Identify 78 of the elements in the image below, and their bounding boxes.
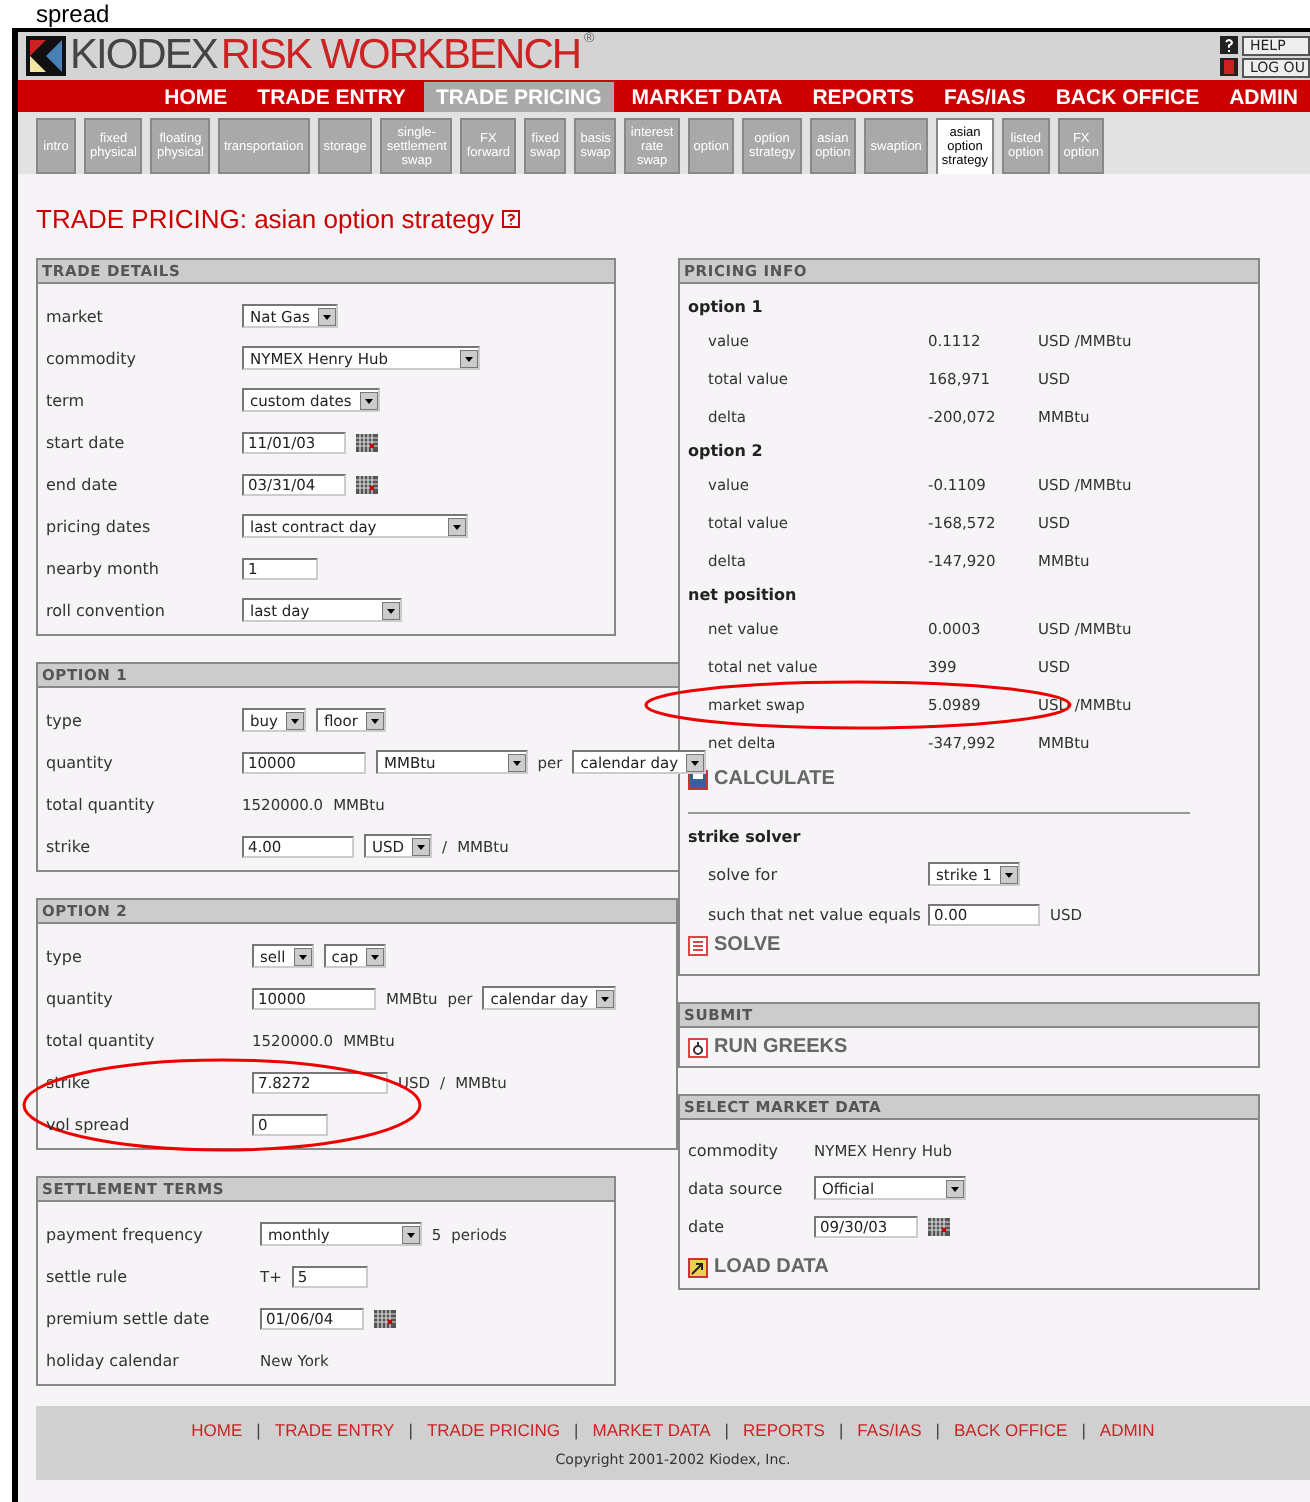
footer-link[interactable]: REPORTS: [743, 1419, 825, 1439]
caret-icon: [285, 711, 304, 729]
caret-icon: [507, 753, 526, 771]
field-label: solve for: [708, 865, 779, 883]
caret-icon: [460, 349, 478, 367]
footer-link[interactable]: HOME: [191, 1419, 243, 1439]
field-label: total quantity: [46, 1031, 157, 1049]
field-label: premium settle date: [46, 1309, 212, 1327]
caret-icon: [365, 711, 384, 729]
separator: |: [935, 1419, 941, 1439]
caret-icon: [686, 753, 705, 771]
help-icon: [1220, 36, 1238, 54]
field-label: settle rule: [46, 1267, 130, 1285]
caret-icon: [448, 517, 467, 535]
field-label: quantity: [46, 989, 115, 1007]
field-label: nearby month: [46, 559, 162, 577]
separator: |: [256, 1419, 261, 1439]
group-heading: net position: [688, 584, 799, 608]
field-label: holiday calendar: [46, 1351, 181, 1369]
separator: |: [408, 1419, 413, 1439]
field-label: term: [46, 391, 86, 409]
field-label: type: [46, 711, 84, 729]
logo-icon: [26, 36, 66, 76]
field-label: vol spread: [46, 1115, 132, 1133]
field-label: type: [46, 947, 84, 965]
footer-link[interactable]: ADMIN: [1099, 1419, 1155, 1439]
footer-link[interactable]: FAS/IAS: [857, 1419, 922, 1439]
logo-text: KIODEX: [70, 32, 217, 80]
field-label: pricing dates: [46, 517, 153, 535]
field-label: data source: [688, 1179, 785, 1197]
field-label: strike: [46, 837, 93, 855]
field-label: quantity: [46, 753, 115, 771]
field-label: roll convention: [46, 601, 167, 619]
caret-icon: [381, 601, 400, 619]
page-title: TRADE PRICING: asian option strategy: [36, 204, 495, 234]
load-data-button[interactable]: LOAD DATA: [688, 1250, 1250, 1284]
arrow-icon: [688, 1257, 708, 1277]
group-heading: strike solver: [688, 826, 803, 850]
caret-icon: [596, 989, 615, 1007]
help-icon[interactable]: [502, 210, 521, 228]
field-label: commodity: [688, 1141, 780, 1159]
group-heading: option 2: [688, 440, 765, 464]
caret-icon: [401, 1225, 420, 1243]
footer-link[interactable]: MARKET DATA: [592, 1419, 711, 1439]
separator: |: [574, 1419, 579, 1439]
caret-icon: [359, 391, 378, 409]
calendar-icon[interactable]: [356, 433, 378, 451]
calendar-icon[interactable]: [374, 1309, 396, 1327]
caption-text: spread: [36, 0, 110, 28]
caret-icon: [412, 837, 431, 855]
field-label: date: [688, 1217, 727, 1235]
caret-icon: [366, 947, 385, 965]
calendar-icon[interactable]: [928, 1217, 950, 1235]
caret-icon: [946, 1179, 965, 1197]
run-greeks-button[interactable]: RUN GREEKS: [688, 1030, 1250, 1064]
list-icon: [688, 935, 708, 955]
figure-icon: [688, 1037, 708, 1057]
group-heading: option 1: [688, 296, 765, 320]
logo-text: RISK WORKBENCH: [220, 32, 581, 80]
field-label: payment frequency: [46, 1225, 205, 1243]
footer-link[interactable]: TRADE ENTRY: [274, 1419, 395, 1439]
field-label: such that net value equals: [708, 905, 923, 923]
field-label: total quantity: [46, 795, 157, 813]
footer-link[interactable]: TRADE PRICING: [426, 1419, 561, 1439]
calendar-icon[interactable]: [356, 475, 378, 493]
caret-icon: [999, 865, 1018, 883]
caret-icon: [293, 947, 312, 965]
separator: |: [838, 1419, 844, 1439]
caret-icon: [317, 307, 336, 325]
separator: |: [1081, 1419, 1086, 1439]
field-label: commodity: [46, 349, 138, 367]
field-label: market: [46, 307, 105, 325]
separator: |: [724, 1419, 730, 1439]
door-icon: [1220, 58, 1238, 76]
solve-button[interactable]: SOLVE: [688, 928, 1250, 962]
field-label: end date: [46, 475, 120, 493]
field-label: start date: [46, 433, 127, 451]
footer-link[interactable]: BACK OFFICE: [954, 1419, 1068, 1439]
